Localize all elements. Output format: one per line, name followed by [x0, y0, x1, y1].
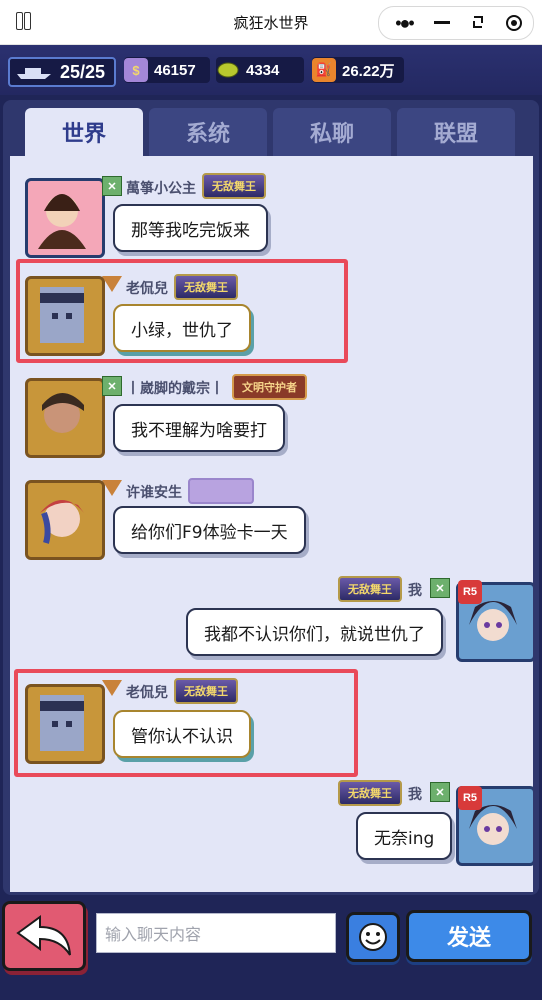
input-bar: 输入聊天内容 发送 — [0, 895, 542, 1000]
title-badge: 无敌舞王 — [174, 678, 238, 704]
ships-value: 25/25 — [60, 61, 106, 82]
message-bubble[interactable]: 我都不认识你们，就说世仇了 — [186, 608, 443, 656]
rank-triangle-icon — [102, 480, 122, 496]
fuel-counter[interactable]: ⛽ 26.22万 — [312, 57, 404, 83]
seeds-counter[interactable]: 4334 — [216, 57, 304, 83]
rank-badge: R5 — [458, 786, 482, 810]
coin-icon: $ — [124, 58, 148, 82]
rank-triangle-icon — [102, 276, 122, 292]
message-bubble[interactable]: 小绿，世仇了 — [113, 304, 251, 352]
coins-counter[interactable]: $ 46157 — [124, 57, 210, 83]
coins-value: 46157 — [154, 61, 196, 79]
send-button[interactable]: 发送 — [406, 910, 532, 962]
username[interactable]: 许谁安生 — [126, 482, 182, 502]
tab-private[interactable]: 私聊 — [273, 108, 391, 156]
vip-icon: ✕ — [102, 176, 122, 196]
avatar[interactable] — [25, 378, 105, 458]
tab-system[interactable]: 系统 — [149, 108, 267, 156]
minimize-icon[interactable] — [425, 7, 459, 39]
vip-icon: ✕ — [102, 376, 122, 396]
smiley-icon — [359, 923, 387, 951]
ship-icon — [14, 60, 54, 84]
avatar[interactable] — [25, 684, 105, 764]
fuel-value: 26.22万 — [342, 62, 395, 80]
chat-input[interactable]: 输入聊天内容 — [96, 913, 336, 953]
username[interactable]: 老侃兒 — [126, 278, 168, 298]
back-button[interactable] — [2, 901, 86, 971]
title-bar: 疯狂水世界 •●• — [0, 0, 542, 45]
chat-panel: 世界 系统 私聊 联盟 ✕ 萬箏小公主 无敌舞王 那等我吃完饭来 老侃兒 无敌舞… — [3, 100, 539, 895]
more-icon[interactable]: •●• — [387, 7, 421, 39]
message-bubble[interactable]: 管你认不认识 — [113, 710, 251, 758]
resource-bar: 25/25 $ 46157 4334 ⛽ 26.22万 — [0, 45, 542, 95]
capsule-menu: •●• — [378, 6, 534, 40]
title-badge: 文明守护者 — [232, 374, 307, 400]
message-bubble[interactable]: 无奈ing — [356, 812, 453, 860]
tab-world[interactable]: 世界 — [25, 108, 143, 156]
avatar[interactable] — [25, 480, 105, 560]
title-badge: 无敌舞王 — [174, 274, 238, 300]
title-badge: 无敌舞王 — [338, 780, 402, 806]
vip-icon: ✕ — [430, 782, 450, 802]
emoji-button[interactable] — [346, 912, 400, 962]
username[interactable]: 我 — [408, 784, 422, 804]
message-bubble[interactable]: 那等我吃完饭来 — [113, 204, 268, 252]
username[interactable]: 老侃兒 — [126, 682, 168, 702]
avatar[interactable] — [25, 178, 105, 258]
vip-icon: ✕ — [430, 578, 450, 598]
message-bubble[interactable]: 我不理解为啥要打 — [113, 404, 285, 452]
title-badge — [188, 478, 254, 504]
username[interactable]: 丨崴脚的戴宗丨 — [126, 378, 224, 398]
message-list[interactable]: ✕ 萬箏小公主 无敌舞王 那等我吃完饭来 老侃兒 无敌舞王 小绿，世仇了 ✕ 丨… — [10, 156, 533, 892]
restore-icon[interactable] — [461, 7, 495, 39]
chat-tabs: 世界 系统 私聊 联盟 — [25, 108, 517, 156]
avatar[interactable] — [25, 276, 105, 356]
ships-counter[interactable]: 25/25 — [8, 57, 116, 87]
rank-badge: R5 — [458, 580, 482, 604]
back-arrow-icon — [16, 915, 71, 956]
title-badge: 无敌舞王 — [338, 576, 402, 602]
close-icon[interactable] — [497, 7, 531, 39]
username[interactable]: 萬箏小公主 — [126, 178, 196, 198]
tab-alliance[interactable]: 联盟 — [397, 108, 515, 156]
title-badge: 无敌舞王 — [202, 173, 266, 199]
rank-triangle-icon — [102, 680, 122, 696]
seed-icon — [216, 58, 240, 82]
username[interactable]: 我 — [408, 580, 422, 600]
seeds-value: 4334 — [246, 61, 280, 79]
fuel-can-icon: ⛽ — [312, 58, 336, 82]
message-bubble[interactable]: 给你们F9体验卡一天 — [113, 506, 306, 554]
